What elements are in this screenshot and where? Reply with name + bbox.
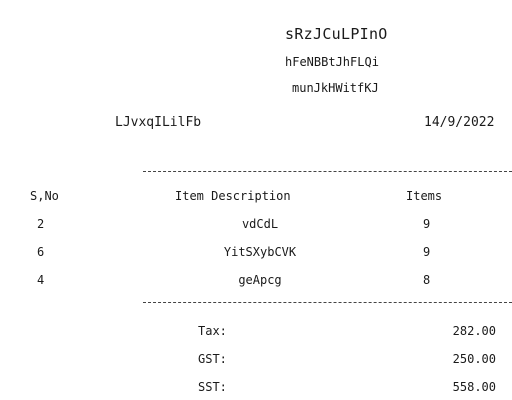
column-header-sno: S,No (30, 189, 59, 203)
row-1-qty: 9 (423, 217, 431, 231)
row-2-sno: 6 (37, 245, 45, 259)
row-1-description: vdCdL (241, 217, 279, 231)
row-2-qty: 9 (423, 245, 431, 259)
total-value-sst: 558.00 (452, 380, 496, 394)
divider-top (143, 171, 512, 172)
column-header-items: Items (406, 189, 443, 203)
column-header-description: Item Description (175, 189, 291, 203)
row-1-sno: 2 (37, 217, 45, 231)
cashier-name: LJvxqILilFb (115, 115, 202, 130)
row-3-sno: 4 (37, 273, 45, 287)
header-line-2: munJkHWitfKJ (292, 81, 379, 95)
row-3-description: geApcg (238, 273, 282, 287)
receipt-date: 14/9/2022 (424, 115, 495, 130)
header-line-1: hFeNBBtJhFLQi (285, 55, 379, 69)
total-label-gst: GST: (198, 352, 227, 366)
total-label-sst: SST: (198, 380, 227, 394)
total-value-tax: 282.00 (452, 324, 496, 338)
total-value-gst: 250.00 (452, 352, 496, 366)
row-2-description: YitSXybCVK (223, 245, 297, 259)
receipt: sRzJCuLPInO hFeNBBtJhFLQi munJkHWitfKJ L… (0, 0, 512, 400)
total-label-tax: Tax: (198, 324, 227, 338)
store-name: sRzJCuLPInO (285, 25, 388, 43)
row-3-qty: 8 (423, 273, 431, 287)
divider-bottom (143, 302, 512, 303)
